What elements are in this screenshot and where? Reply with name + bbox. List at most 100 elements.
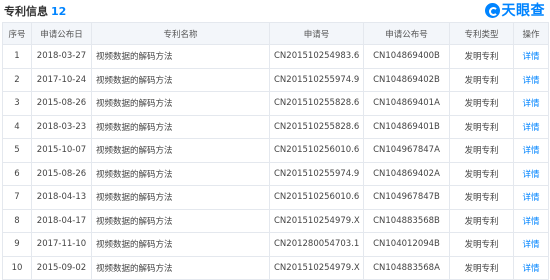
row-index: 5 [2, 138, 32, 163]
detail-link[interactable]: 详情 [522, 123, 539, 133]
detail-link[interactable]: 详情 [522, 217, 539, 227]
row-action-cell: 详情 [513, 91, 549, 116]
row-application-no: CN201510255974.9 [269, 161, 364, 186]
row-patent-type: 发明专利 [449, 114, 514, 139]
row-patent-type: 发明专利 [449, 138, 514, 163]
row-pub-date: 2015-08-26 [31, 91, 92, 116]
patent-table: 序号 申请公布日 专利名称 申请号 申请公布号 专利类型 操作 1 2018-03… [2, 22, 549, 280]
row-pub-date: 2017-10-24 [31, 67, 92, 92]
row-patent-name: 视频数据的解码方法 [91, 67, 270, 92]
column-header-pub-date: 申请公布日 [31, 22, 92, 45]
row-patent-type: 发明专利 [449, 208, 514, 233]
column-header-publication-no: 申请公布号 [363, 22, 450, 45]
row-patent-name: 视频数据的解码方法 [91, 138, 270, 163]
table-row: 3 2015-08-26 视频数据的解码方法 CN201510255828.6 CN10… [2, 91, 549, 116]
row-patent-type: 发明专利 [449, 44, 514, 69]
table-body: 1 2018-03-27 视频数据的解码方法 CN201510254983.6 CN10… [2, 44, 549, 280]
table-row: 10 2015-09-02 视频数据的解码方法 CN201510254979.X CN1… [2, 255, 549, 280]
row-application-no: CN201510256010.6 [269, 185, 364, 210]
row-publication-no: CN104869401A [363, 91, 450, 116]
row-publication-no: CN104967847A [363, 138, 450, 163]
table-header-row: 序号 申请公布日 专利名称 申请号 申请公布号 专利类型 操作 [2, 22, 549, 45]
column-header-application-no: 申请号 [269, 22, 364, 45]
row-index: 10 [2, 255, 32, 280]
row-action-cell: 详情 [513, 208, 549, 233]
row-patent-name: 视频数据的解码方法 [91, 91, 270, 116]
row-index: 2 [2, 67, 32, 92]
patent-section-header: 专利信息 12 天眼查 [0, 0, 550, 22]
row-publication-no: CN104869402B [363, 67, 450, 92]
row-patent-name: 视频数据的解码方法 [91, 44, 270, 69]
row-publication-no: CN104883568A [363, 255, 450, 280]
row-index: 8 [2, 208, 32, 233]
row-application-no: CN201510254979.X [269, 255, 364, 280]
patent-count: 12 [51, 5, 67, 18]
row-pub-date: 2017-11-10 [31, 232, 92, 257]
row-pub-date: 2015-08-26 [31, 161, 92, 186]
row-publication-no: CN104869400B [363, 44, 450, 69]
row-application-no: CN201510255974.9 [269, 67, 364, 92]
row-application-no: CN201510254979.X [269, 208, 364, 233]
column-header-patent-name: 专利名称 [91, 22, 270, 45]
row-application-no: CN201510254983.6 [269, 44, 364, 69]
brand-logo: 天眼查 [484, 1, 546, 19]
section-title-text: 专利信息 [4, 5, 48, 18]
row-application-no: CN201510256010.6 [269, 138, 364, 163]
detail-link[interactable]: 详情 [522, 264, 539, 274]
row-publication-no: CN104869401B [363, 114, 450, 139]
row-pub-date: 2018-04-13 [31, 185, 92, 210]
row-patent-name: 视频数据的解码方法 [91, 185, 270, 210]
row-pub-date: 2015-10-07 [31, 138, 92, 163]
table-row: 4 2018-03-23 视频数据的解码方法 CN201510255828.6 CN10… [2, 114, 549, 139]
detail-link[interactable]: 详情 [522, 52, 539, 62]
row-pub-date: 2018-03-23 [31, 114, 92, 139]
row-patent-name: 视频数据的解码方法 [91, 161, 270, 186]
row-action-cell: 详情 [513, 232, 549, 257]
table-row: 8 2018-04-17 视频数据的解码方法 CN201510254979.X CN10… [2, 208, 549, 233]
row-index: 7 [2, 185, 32, 210]
column-header-patent-type: 专利类型 [449, 22, 514, 45]
table-row: 6 2015-08-26 视频数据的解码方法 CN201510255974.9 CN10… [2, 161, 549, 186]
row-action-cell: 详情 [513, 185, 549, 210]
row-pub-date: 2018-04-17 [31, 208, 92, 233]
brand-name: 天眼查 [501, 3, 545, 19]
row-patent-type: 发明专利 [449, 67, 514, 92]
row-index: 4 [2, 114, 32, 139]
table-row: 5 2015-10-07 视频数据的解码方法 CN201510256010.6 CN10… [2, 138, 549, 163]
row-application-no: CN201280054703.1 [269, 232, 364, 257]
detail-link[interactable]: 详情 [522, 240, 539, 250]
table-row: 1 2018-03-27 视频数据的解码方法 CN201510254983.6 CN10… [2, 44, 549, 69]
row-patent-name: 视频数据的解码方法 [91, 208, 270, 233]
table-row: 7 2018-04-13 视频数据的解码方法 CN201510256010.6 CN10… [2, 185, 549, 210]
tianyancha-logo-icon [484, 2, 500, 18]
column-header-action: 操作 [513, 22, 549, 45]
row-pub-date: 2018-03-27 [31, 44, 92, 69]
row-patent-type: 发明专利 [449, 255, 514, 280]
detail-link[interactable]: 详情 [522, 193, 539, 203]
row-publication-no: CN104967847B [363, 185, 450, 210]
row-index: 6 [2, 161, 32, 186]
detail-link[interactable]: 详情 [522, 146, 539, 156]
row-publication-no: CN104883568B [363, 208, 450, 233]
row-index: 1 [2, 44, 32, 69]
row-patent-type: 发明专利 [449, 232, 514, 257]
row-pub-date: 2015-09-02 [31, 255, 92, 280]
row-patent-name: 视频数据的解码方法 [91, 255, 270, 280]
row-action-cell: 详情 [513, 138, 549, 163]
row-patent-name: 视频数据的解码方法 [91, 114, 270, 139]
row-patent-type: 发明专利 [449, 91, 514, 116]
row-action-cell: 详情 [513, 161, 549, 186]
table-row: 9 2017-11-10 视频数据的解码方法 CN201280054703.1 CN10… [2, 232, 549, 257]
row-action-cell: 详情 [513, 67, 549, 92]
table-row: 2 2017-10-24 视频数据的解码方法 CN201510255974.9 CN10… [2, 67, 549, 92]
detail-link[interactable]: 详情 [522, 99, 539, 109]
section-title: 专利信息 12 [4, 3, 66, 19]
detail-link[interactable]: 详情 [522, 76, 539, 86]
row-action-cell: 详情 [513, 44, 549, 69]
detail-link[interactable]: 详情 [522, 170, 539, 180]
row-index: 9 [2, 232, 32, 257]
row-patent-type: 发明专利 [449, 161, 514, 186]
row-application-no: CN201510255828.6 [269, 114, 364, 139]
row-publication-no: CN104012094B [363, 232, 450, 257]
row-patent-name: 视频数据的解码方法 [91, 232, 270, 257]
